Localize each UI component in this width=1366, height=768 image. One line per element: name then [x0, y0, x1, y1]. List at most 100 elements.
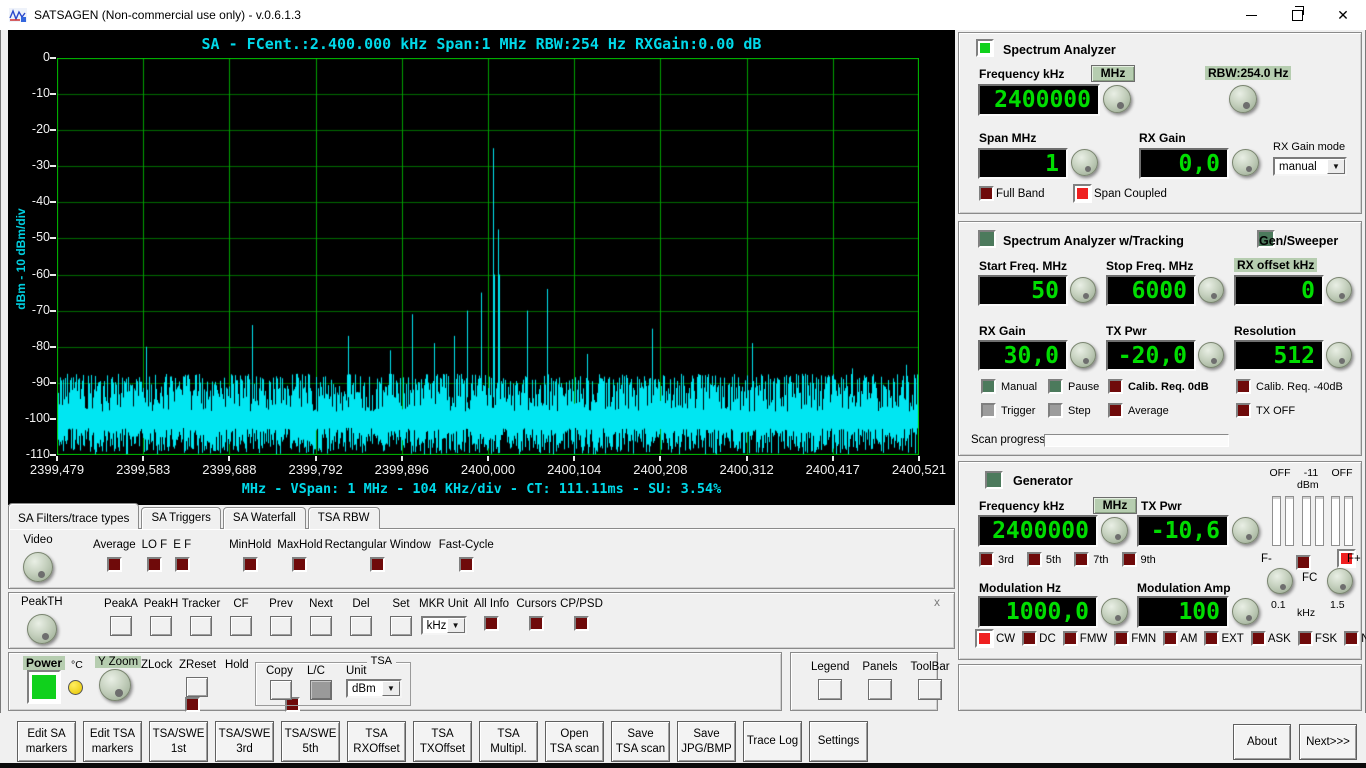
f-step-right-knob[interactable] — [1327, 568, 1353, 594]
span-coupled-checkbox[interactable]: Span Coupled — [1073, 184, 1167, 203]
modulation-hz-display[interactable]: 1000,0 — [978, 596, 1098, 628]
harmonic-checkbox[interactable]: 9th — [1122, 552, 1156, 567]
modulation-hz-knob[interactable] — [1101, 598, 1128, 625]
filter-checkbox[interactable]: MaxHold — [277, 539, 322, 572]
marker-button[interactable] — [230, 616, 252, 636]
tab[interactable]: SA Triggers — [141, 507, 220, 529]
video-filter-knob[interactable] — [23, 552, 53, 582]
modulation-led[interactable] — [1163, 631, 1178, 646]
toolbar-button[interactable]: Open TSA scan — [545, 721, 604, 762]
chevron-down-icon[interactable]: ▼ — [447, 618, 465, 633]
toolbar-right-button[interactable]: About — [1233, 724, 1291, 760]
power-button[interactable] — [27, 670, 61, 704]
gen-tx-pwr-display[interactable]: -10,6 — [1137, 515, 1229, 547]
marker-check-led[interactable] — [484, 616, 499, 631]
filter-led[interactable] — [107, 557, 122, 572]
tab[interactable]: SA Waterfall — [223, 507, 306, 529]
frequency-mhz-button[interactable]: MHz — [1091, 65, 1135, 82]
modulation-led[interactable] — [1204, 631, 1219, 646]
chevron-down-icon[interactable]: ▼ — [1327, 159, 1345, 174]
harmonic-checkbox[interactable]: 5th — [1027, 552, 1061, 567]
harmonic-led[interactable] — [1074, 552, 1089, 567]
minimize-button[interactable] — [1228, 0, 1274, 30]
marker-check-led[interactable] — [574, 616, 589, 631]
rbw-knob[interactable] — [1229, 85, 1257, 113]
tab[interactable]: TSA RBW — [308, 507, 380, 529]
modulation-checkbox[interactable]: FMN — [1114, 631, 1156, 646]
span-coupled-led[interactable] — [1073, 184, 1092, 203]
marker-button[interactable] — [390, 616, 412, 636]
modulation-led[interactable] — [1114, 631, 1129, 646]
harmonic-led[interactable] — [979, 552, 994, 567]
toolbar-button[interactable]: Settings — [809, 721, 868, 762]
filter-led[interactable] — [243, 557, 258, 572]
tsa-mode-checkbox[interactable]: Average — [1108, 403, 1236, 418]
tracking-enable-led[interactable] — [978, 230, 996, 248]
modulation-checkbox[interactable]: NPR — [1344, 631, 1366, 646]
peak-threshold-knob[interactable] — [27, 614, 57, 644]
chevron-down-icon[interactable]: ▼ — [382, 681, 400, 696]
rx-offset-display[interactable]: 0 — [1234, 275, 1324, 306]
view-toggle-button[interactable] — [918, 679, 942, 700]
tsa-mode-checkbox[interactable]: Step — [1048, 403, 1108, 418]
filter-checkbox[interactable]: Rectangular Window — [325, 539, 431, 572]
f-step-left-knob[interactable] — [1267, 568, 1293, 594]
marker-check-led[interactable] — [529, 616, 544, 631]
y-zoom-knob[interactable] — [99, 669, 131, 701]
start-freq-knob[interactable] — [1070, 277, 1096, 303]
level-slider-3[interactable] — [1331, 496, 1353, 546]
tsa-mode-checkbox[interactable]: Calib. Req. 0dB — [1108, 379, 1236, 394]
tsa-mode-checkbox[interactable]: Manual — [981, 379, 1048, 394]
toolbar-button[interactable]: TSA/SWE 5th — [281, 721, 340, 762]
modulation-amp-knob[interactable] — [1232, 598, 1259, 625]
filter-checkbox[interactable]: LO F — [142, 539, 168, 572]
view-toggle-button[interactable] — [818, 679, 842, 700]
rx-gain-mode-select[interactable]: manual ▼ — [1273, 157, 1347, 176]
resolution-knob[interactable] — [1326, 342, 1352, 368]
modulation-led[interactable] — [1298, 631, 1313, 646]
unit-select[interactable]: dBm ▼ — [346, 679, 402, 698]
close-button[interactable]: ✕ — [1320, 0, 1366, 30]
toolbar-button[interactable]: Edit TSA markers — [83, 721, 142, 762]
tsa-mode-checkbox[interactable]: Calib. Req. -40dB — [1236, 379, 1353, 394]
filter-led[interactable] — [292, 557, 307, 572]
tsa-mode-led[interactable] — [1236, 403, 1251, 418]
stop-freq-knob[interactable] — [1198, 277, 1224, 303]
filter-checkbox[interactable]: Average — [93, 539, 136, 572]
gen-frequency-knob[interactable] — [1101, 517, 1128, 544]
resolution-display[interactable]: 512 — [1234, 340, 1324, 371]
tsa-rx-gain-display[interactable]: 30,0 — [978, 340, 1068, 371]
spectrum-plot[interactable] — [57, 58, 919, 455]
frequency-knob[interactable] — [1103, 85, 1131, 113]
marker-button[interactable] — [150, 616, 172, 636]
tsa-tx-pwr-display[interactable]: -20,0 — [1106, 340, 1196, 371]
lc-button[interactable] — [310, 680, 332, 700]
filter-checkbox[interactable]: MinHold — [229, 539, 271, 572]
generator-enable-led[interactable] — [985, 471, 1003, 489]
filter-checkbox[interactable]: E F — [173, 539, 191, 572]
start-freq-display[interactable]: 50 — [978, 275, 1068, 306]
modulation-checkbox[interactable]: FSK — [1298, 631, 1337, 646]
tsa-mode-led[interactable] — [1108, 379, 1123, 394]
level-slider-2[interactable] — [1302, 496, 1324, 546]
modulation-amp-display[interactable]: 100 — [1137, 596, 1229, 628]
harmonic-led[interactable] — [1027, 552, 1042, 567]
toolbar-button[interactable]: TSA/SWE 1st — [149, 721, 208, 762]
harmonic-checkbox[interactable]: 3rd — [979, 552, 1014, 567]
modulation-checkbox[interactable]: AM — [1163, 631, 1197, 646]
modulation-led[interactable] — [1063, 631, 1078, 646]
harmonic-checkbox[interactable]: 7th — [1074, 552, 1108, 567]
mkr-unit-select[interactable]: kHz ▼ — [421, 616, 467, 635]
tsa-mode-led[interactable] — [981, 379, 996, 394]
modulation-led[interactable] — [975, 629, 994, 648]
marker-button[interactable] — [350, 616, 372, 636]
tsa-mode-checkbox[interactable]: Trigger — [981, 403, 1048, 418]
modulation-checkbox[interactable]: DC — [1022, 631, 1056, 646]
modulation-led[interactable] — [1344, 631, 1359, 646]
tsa-mode-checkbox[interactable]: Pause — [1048, 379, 1108, 394]
tsa-mode-checkbox[interactable]: TX OFF — [1236, 403, 1353, 418]
gen-frequency-display[interactable]: 2400000 — [978, 515, 1098, 547]
filter-checkbox[interactable]: Fast-Cycle — [439, 539, 494, 572]
modulation-led[interactable] — [1022, 631, 1037, 646]
tsa-mode-led[interactable] — [1048, 403, 1063, 418]
